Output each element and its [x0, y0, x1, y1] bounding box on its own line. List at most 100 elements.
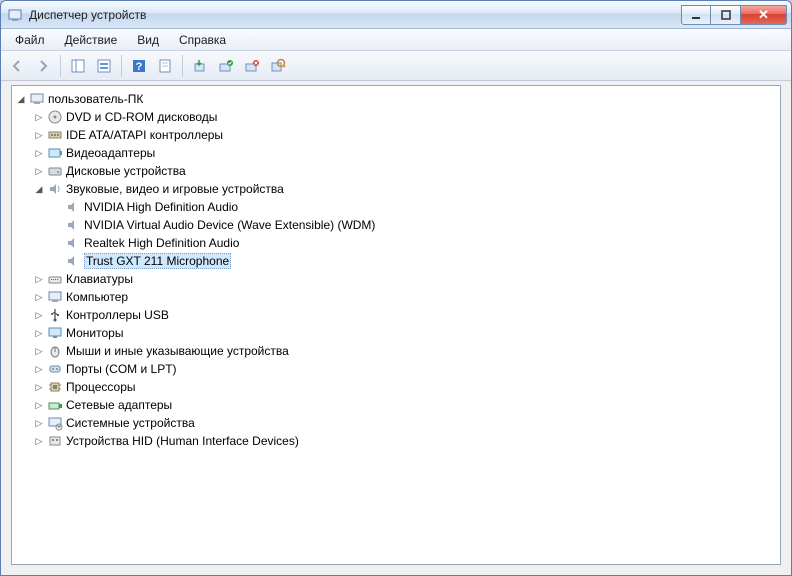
tree-category-net[interactable]: ▷ Сетевые адаптеры [14, 396, 780, 414]
monitor-icon [47, 325, 63, 341]
properties-sheet-button[interactable] [153, 54, 177, 78]
tree-category-hid[interactable]: ▷ Устройства HID (Human Interface Device… [14, 432, 780, 450]
show-hide-tree-button[interactable] [66, 54, 90, 78]
node-label: Сетевые адаптеры [66, 398, 172, 412]
tree-category-video[interactable]: ▷ Видеоадаптеры [14, 144, 780, 162]
tree-category-mouse[interactable]: ▷ Мыши и иные указывающие устройства [14, 342, 780, 360]
tree-category-sound[interactable]: ◢ Звуковые, видео и игровые устройства [14, 180, 780, 198]
speaker-icon [65, 253, 81, 269]
expander-icon[interactable]: ◢ [32, 182, 46, 196]
node-label: Trust GXT 211 Microphone [84, 253, 231, 269]
node-label: Устройства HID (Human Interface Devices) [66, 434, 299, 448]
expander-icon[interactable]: ◢ [14, 92, 28, 106]
dvd-icon [47, 109, 63, 125]
app-icon [7, 7, 23, 23]
tree-category-computer[interactable]: ▷ Компьютер [14, 288, 780, 306]
help-button[interactable]: ? [127, 54, 151, 78]
tree-device-nvidia-vad[interactable]: NVIDIA Virtual Audio Device (Wave Extens… [14, 216, 780, 234]
expander-icon[interactable]: ▷ [32, 290, 46, 304]
menu-help[interactable]: Справка [169, 31, 236, 49]
expander-icon[interactable]: ▷ [32, 164, 46, 178]
window-buttons: ✕ [681, 5, 787, 25]
display-adapter-icon [47, 145, 63, 161]
tree-category-ide[interactable]: ▷ IDE ATA/ATAPI контроллеры [14, 126, 780, 144]
node-label: Клавиатуры [66, 272, 133, 286]
node-label: Порты (COM и LPT) [66, 362, 177, 376]
ports-icon [47, 361, 63, 377]
svg-text:?: ? [136, 61, 143, 73]
window: Диспетчер устройств ✕ Файл Действие Вид … [0, 0, 792, 576]
toolbar: ? [1, 51, 791, 81]
disk-icon [47, 163, 63, 179]
node-label: Дисковые устройства [66, 164, 186, 178]
speaker-icon [65, 199, 81, 215]
node-label: Мониторы [66, 326, 123, 340]
speaker-icon [65, 217, 81, 233]
tree-category-monitor[interactable]: ▷ Мониторы [14, 324, 780, 342]
forward-button[interactable] [31, 54, 55, 78]
tree-category-cpu[interactable]: ▷ Процессоры [14, 378, 780, 396]
mouse-icon [47, 343, 63, 359]
node-label: Компьютер [66, 290, 128, 304]
tree-category-system[interactable]: ▷ Системные устройства [14, 414, 780, 432]
scan-hardware-button[interactable] [266, 54, 290, 78]
node-label: Realtek High Definition Audio [84, 236, 239, 250]
tree-device-realtek[interactable]: Realtek High Definition Audio [14, 234, 780, 252]
computer-icon [29, 91, 45, 107]
expander-icon[interactable]: ▷ [32, 416, 46, 430]
expander-icon[interactable]: ▷ [32, 344, 46, 358]
expander-icon[interactable]: ▷ [32, 146, 46, 160]
tree-category-ports[interactable]: ▷ Порты (COM и LPT) [14, 360, 780, 378]
node-label: NVIDIA High Definition Audio [84, 200, 238, 214]
back-button[interactable] [5, 54, 29, 78]
expander-icon[interactable]: ▷ [32, 398, 46, 412]
menu-action[interactable]: Действие [55, 31, 128, 49]
node-label: DVD и CD-ROM дисководы [66, 110, 217, 124]
expander-icon[interactable]: ▷ [32, 434, 46, 448]
node-label: Системные устройства [66, 416, 195, 430]
tree-category-usb[interactable]: ▷ Контроллеры USB [14, 306, 780, 324]
computer-icon [47, 289, 63, 305]
network-icon [47, 397, 63, 413]
node-label: IDE ATA/ATAPI контроллеры [66, 128, 223, 142]
tree-device-trust-gxt211[interactable]: Trust GXT 211 Microphone [14, 252, 780, 270]
device-tree[interactable]: ◢ пользователь-ПК ▷ DVD и CD-ROM дисково… [11, 85, 781, 565]
expander-icon[interactable]: ▷ [32, 128, 46, 142]
minimize-button[interactable] [681, 5, 711, 25]
usb-icon [47, 307, 63, 323]
node-label: Мыши и иные указывающие устройства [66, 344, 289, 358]
node-label: Процессоры [66, 380, 136, 394]
maximize-button[interactable] [711, 5, 741, 25]
expander-icon[interactable]: ▷ [32, 110, 46, 124]
node-label: пользователь-ПК [48, 92, 143, 106]
node-label: Видеоадаптеры [66, 146, 155, 160]
menu-view[interactable]: Вид [127, 31, 169, 49]
tree-category-dvd[interactable]: ▷ DVD и CD-ROM дисководы [14, 108, 780, 126]
cpu-icon [47, 379, 63, 395]
enable-button[interactable] [214, 54, 238, 78]
expander-icon[interactable]: ▷ [32, 326, 46, 340]
tree-category-keyboard[interactable]: ▷ Клавиатуры [14, 270, 780, 288]
tree-device-nvidia-hd[interactable]: NVIDIA High Definition Audio [14, 198, 780, 216]
speaker-icon [65, 235, 81, 251]
keyboard-icon [47, 271, 63, 287]
node-label: Звуковые, видео и игровые устройства [66, 182, 284, 196]
hid-icon [47, 433, 63, 449]
tree-root[interactable]: ◢ пользователь-ПК [14, 90, 780, 108]
update-driver-button[interactable] [188, 54, 212, 78]
tree-category-disk[interactable]: ▷ Дисковые устройства [14, 162, 780, 180]
expander-icon[interactable]: ▷ [32, 272, 46, 286]
node-label: NVIDIA Virtual Audio Device (Wave Extens… [84, 218, 375, 232]
expander-icon[interactable]: ▷ [32, 308, 46, 322]
properties-button[interactable] [92, 54, 116, 78]
window-title: Диспетчер устройств [29, 8, 681, 22]
menubar: Файл Действие Вид Справка [1, 29, 791, 51]
expander-icon[interactable]: ▷ [32, 362, 46, 376]
titlebar: Диспетчер устройств ✕ [1, 1, 791, 29]
menu-file[interactable]: Файл [5, 31, 55, 49]
sound-icon [47, 181, 63, 197]
uninstall-button[interactable] [240, 54, 264, 78]
system-icon [47, 415, 63, 431]
expander-icon[interactable]: ▷ [32, 380, 46, 394]
close-button[interactable]: ✕ [741, 5, 787, 25]
